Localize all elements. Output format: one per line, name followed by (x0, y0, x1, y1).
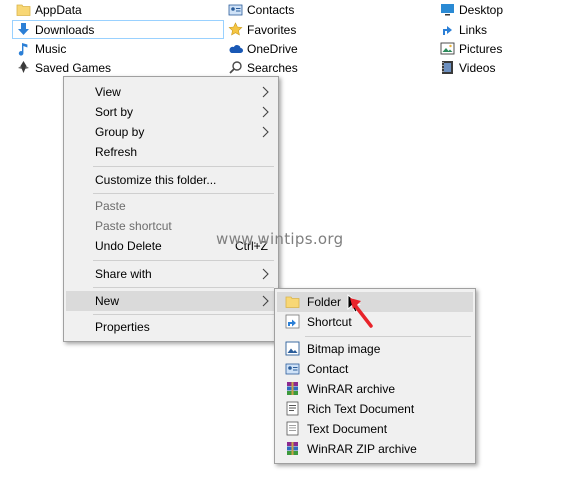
saved-games-icon (16, 60, 31, 75)
shortcut-icon (285, 314, 300, 329)
onedrive-icon (228, 41, 243, 56)
folder-item-contacts[interactable]: Contacts (228, 0, 294, 19)
folder-item-videos[interactable]: Videos (440, 58, 495, 77)
chevron-right-icon (262, 106, 269, 118)
menu-separator (305, 336, 471, 337)
desktop-icon (440, 2, 455, 17)
submenu-item-contact[interactable]: Contact (277, 359, 473, 379)
submenu-item-rich-text[interactable]: Rich Text Document (277, 399, 473, 419)
folder-item-label: Saved Games (35, 60, 112, 75)
folder-item-label: Links (459, 22, 488, 37)
folder-item-label: Videos (459, 60, 496, 75)
menu-item-view[interactable]: View (66, 82, 276, 102)
menu-item-customize-folder[interactable]: Customize this folder... (66, 170, 276, 190)
folder-item-saved-games[interactable]: Saved Games (16, 58, 111, 77)
submenu-item-winrar-zip[interactable]: WinRAR ZIP archive (277, 439, 473, 459)
folder-item-label: Downloads (35, 22, 95, 37)
folder-item-appdata[interactable]: AppData (16, 0, 82, 19)
searches-icon (228, 60, 243, 75)
folder-item-label: Pictures (459, 41, 503, 56)
menu-separator (93, 193, 274, 194)
chevron-right-icon (262, 268, 269, 280)
folder-item-label: Desktop (459, 2, 504, 17)
folder-item-downloads[interactable]: Downloads (12, 20, 224, 39)
menu-item-group-by[interactable]: Group by (66, 122, 276, 142)
folder-item-label: Searches (247, 60, 298, 75)
pointer-arrow-icon (347, 294, 373, 328)
text-document-icon (285, 421, 300, 436)
submenu-item-winrar-archive[interactable]: WinRAR archive (277, 379, 473, 399)
menu-item-paste[interactable]: Paste (66, 196, 276, 216)
folder-icon (285, 294, 300, 309)
chevron-right-icon (262, 126, 269, 138)
watermark-text: www.wintips.org (216, 230, 344, 248)
menu-item-properties[interactable]: Properties (66, 317, 276, 337)
folder-item-desktop[interactable]: Desktop (440, 0, 503, 19)
context-menu: View Sort by Group by Refresh Customize … (63, 76, 279, 342)
folder-item-label: OneDrive (247, 41, 298, 56)
folder-item-links[interactable]: Links (440, 20, 487, 39)
menu-separator (93, 260, 274, 261)
folder-item-onedrive[interactable]: OneDrive (228, 39, 298, 58)
contacts-icon (228, 2, 243, 17)
folder-item-label: AppData (35, 2, 82, 17)
favorites-icon (228, 22, 243, 37)
links-icon (440, 22, 455, 37)
bitmap-icon (285, 341, 300, 356)
folder-item-label: Music (35, 41, 67, 56)
folder-item-music[interactable]: Music (16, 39, 66, 58)
music-icon (16, 41, 31, 56)
menu-separator (93, 287, 274, 288)
downloads-icon (16, 22, 31, 37)
pictures-icon (440, 41, 455, 56)
chevron-right-icon (262, 86, 269, 98)
folder-item-favorites[interactable]: Favorites (228, 20, 296, 39)
winrar-zip-icon (285, 441, 300, 456)
winrar-icon (285, 381, 300, 396)
folder-item-label: Contacts (247, 2, 295, 17)
menu-separator (93, 166, 274, 167)
menu-item-sort-by[interactable]: Sort by (66, 102, 276, 122)
contact-icon (285, 361, 300, 376)
chevron-right-icon (262, 295, 269, 307)
submenu-item-bitmap[interactable]: Bitmap image (277, 339, 473, 359)
menu-item-refresh[interactable]: Refresh (66, 142, 276, 162)
rich-text-icon (285, 401, 300, 416)
folder-icon (16, 2, 31, 17)
folder-item-label: Favorites (247, 22, 297, 37)
folder-item-pictures[interactable]: Pictures (440, 39, 502, 58)
folder-item-searches[interactable]: Searches (228, 58, 298, 77)
videos-icon (440, 60, 455, 75)
menu-item-share-with[interactable]: Share with (66, 264, 276, 284)
menu-item-new[interactable]: New (66, 291, 276, 311)
submenu-item-text-document[interactable]: Text Document (277, 419, 473, 439)
menu-separator (93, 314, 274, 315)
